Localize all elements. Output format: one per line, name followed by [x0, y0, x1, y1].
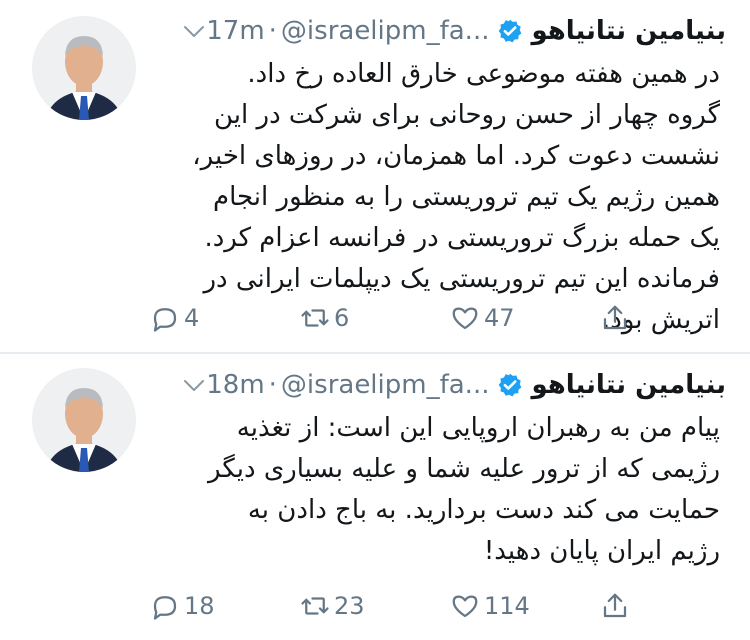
retweet-icon [301, 597, 329, 615]
tweet-header: بنیامین نتانیاهو @israelipm_fa... · 18m [162, 362, 726, 408]
timestamp[interactable]: 17m [206, 16, 264, 46]
avatar[interactable] [32, 368, 136, 472]
share-button[interactable] [600, 591, 630, 621]
author-name[interactable]: بنیامین نتانیاهو [531, 16, 726, 46]
reply-button[interactable]: 4 [150, 303, 199, 333]
tweet[interactable]: بنیامین نتانیاهو @israelipm_fa... · 17m … [0, 0, 750, 352]
verified-badge-icon [499, 19, 522, 43]
reply-count: 4 [184, 304, 200, 332]
share-icon [603, 305, 627, 330]
heart-icon [452, 595, 478, 618]
verified-badge-icon [499, 373, 522, 397]
like-button[interactable]: 47 [450, 303, 515, 333]
share-icon [603, 593, 627, 618]
separator: · [268, 370, 277, 400]
separator: · [268, 16, 277, 46]
reply-button[interactable]: 18 [150, 591, 215, 621]
reply-icon [153, 308, 177, 332]
retweet-button[interactable]: 23 [300, 591, 365, 621]
author-handle[interactable]: @israelipm_fa... [281, 370, 490, 400]
reply-icon [153, 596, 177, 620]
author-handle[interactable]: @israelipm_fa... [281, 16, 490, 46]
timestamp[interactable]: 18m [206, 370, 264, 400]
reply-count: 18 [184, 592, 215, 620]
chevron-down-icon[interactable] [182, 19, 206, 43]
tweet-text: پیام من به رهبران اروپایی این است: از تغ… [208, 413, 720, 566]
like-count: 47 [484, 304, 515, 332]
tweet-header: بنیامین نتانیاهو @israelipm_fa... · 17m [162, 8, 726, 54]
avatar[interactable] [32, 16, 136, 120]
chevron-down-icon[interactable] [182, 373, 206, 397]
share-button[interactable] [600, 303, 630, 333]
retweet-icon [301, 309, 329, 327]
tweet-actions: 18 23 114 [150, 586, 650, 626]
author-name[interactable]: بنیامین نتانیاهو [531, 370, 726, 400]
retweet-count: 6 [334, 304, 350, 332]
retweet-count: 23 [334, 592, 365, 620]
like-count: 114 [484, 592, 530, 620]
tweet[interactable]: بنیامین نتانیاهو @israelipm_fa... · 18m … [0, 354, 750, 640]
heart-icon [452, 307, 478, 330]
tweet-actions: 4 6 47 [150, 298, 650, 338]
like-button[interactable]: 114 [450, 591, 530, 621]
retweet-button[interactable]: 6 [300, 303, 349, 333]
